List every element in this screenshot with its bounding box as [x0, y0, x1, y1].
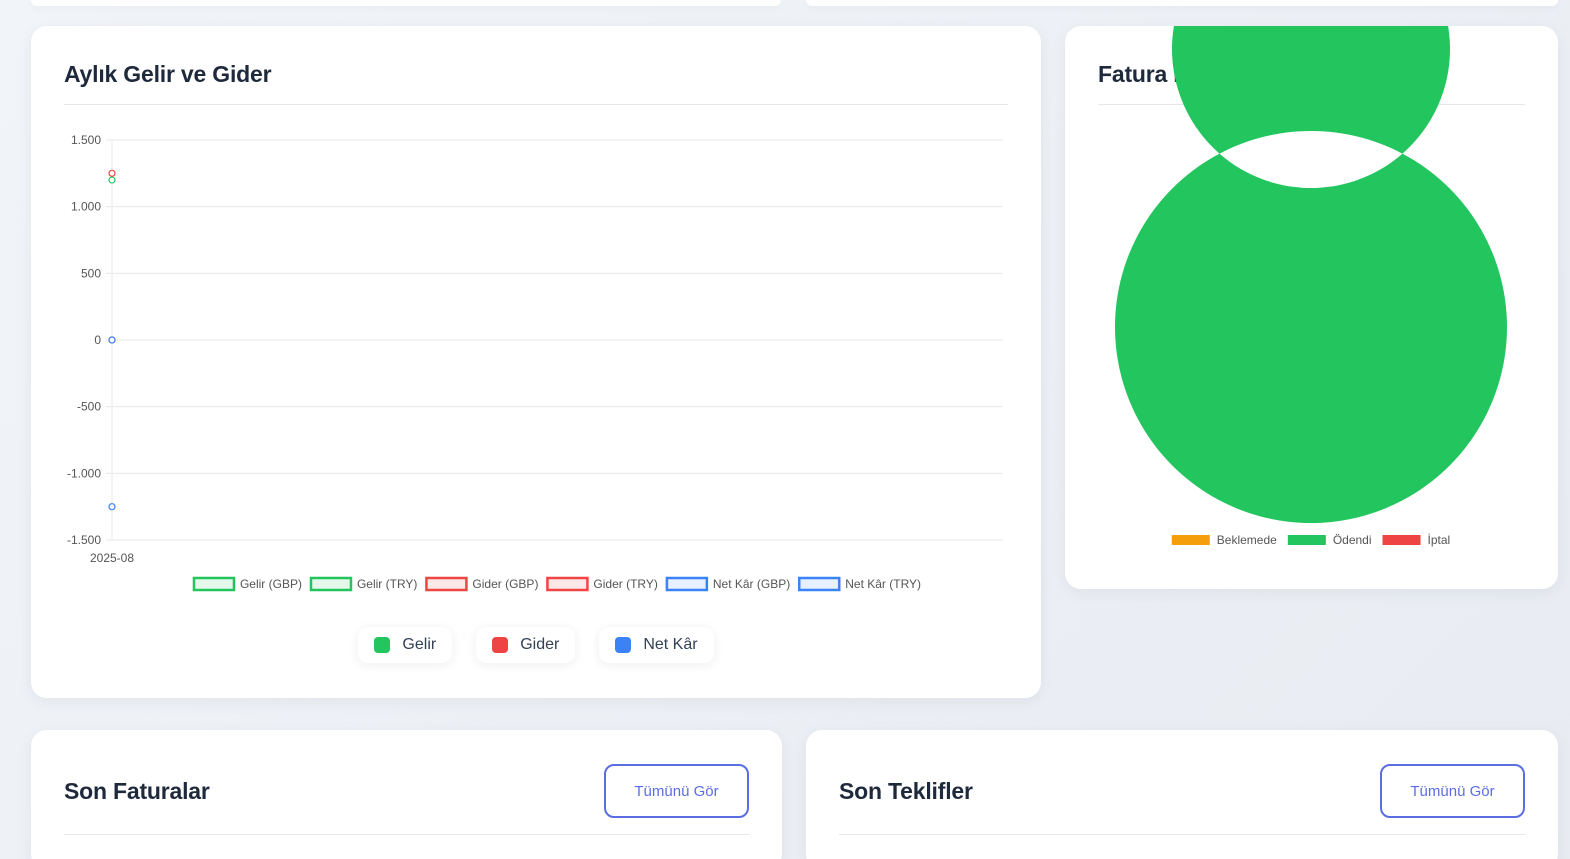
divider [64, 834, 749, 835]
series-color-swatch [615, 637, 632, 653]
previous-card-bottom-right [806, 0, 1558, 6]
y-tick-label: 0 [94, 333, 101, 347]
legend-swatch [425, 576, 468, 592]
y-tick-label: -1.000 [67, 466, 101, 480]
view-all-invoices-button[interactable]: Tümünü Gör [604, 764, 749, 818]
y-tick-label: 500 [81, 266, 101, 280]
legend-swatch [546, 576, 589, 592]
data-point [108, 336, 116, 344]
data-point [108, 176, 116, 184]
view-all-quotes-button[interactable]: Tümünü Gör [1380, 764, 1525, 818]
legend-label: İptal [1428, 533, 1451, 547]
data-point [108, 503, 116, 511]
series-toggle-pill[interactable]: Net Kâr [599, 627, 714, 663]
legend-swatch [1382, 535, 1421, 545]
series-toggle-pill[interactable]: Gelir [358, 627, 453, 663]
legend-label: Net Kâr (GBP) [713, 577, 790, 591]
recent-invoices-title: Son Faturalar [64, 778, 210, 804]
income-expense-line-chart: 1.500 1.000 500 0 -500 -1.000 -1.500 2025-08 Gel… [67, 133, 1003, 592]
series-color-swatch [374, 637, 391, 653]
y-tick-label: -500 [77, 400, 101, 414]
legend-label: Beklemede [1217, 533, 1277, 547]
data-point [108, 169, 116, 177]
series-toggle-label: Gider [520, 636, 560, 653]
invoice-status-donut-chart: Beklemede Ödendi İptal [1115, 26, 1507, 547]
legend-swatch [1171, 535, 1210, 545]
donut-slice [1115, 26, 1507, 523]
legend-label: Gider (GBP) [472, 577, 538, 591]
legend-swatch [309, 576, 353, 592]
legend-label: Gelir (GBP) [240, 577, 302, 591]
series-toggle-label: Net Kâr [643, 636, 698, 653]
legend-label: Ödendi [1333, 533, 1372, 547]
x-tick-label: 2025-08 [90, 551, 134, 565]
legend-swatch [1287, 535, 1326, 545]
y-tick-label: -1.500 [67, 533, 101, 547]
y-tick-label: 1.500 [71, 133, 101, 147]
series-toggle-label: Gelir [402, 636, 437, 653]
legend-label: Net Kâr (TRY) [845, 577, 921, 591]
legend-label: Gider (TRY) [593, 577, 657, 591]
legend-label: Gelir (TRY) [357, 577, 417, 591]
recent-invoices-card: Son Faturalar Tümünü Gör [31, 730, 782, 859]
recent-quotes-card: Son Teklifler Tümünü Gör [806, 730, 1558, 859]
invoice-status-card: Fatura Durumları BeklemedeÖdendiİptal [1065, 26, 1558, 589]
legend-swatch [797, 576, 841, 592]
series-color-swatch [492, 637, 509, 653]
income-expense-card: Aylık Gelir ve Gider 1.500 1.000 500 0 -500-… [31, 26, 1041, 698]
legend-swatch [192, 576, 236, 592]
recent-quotes-title: Son Teklifler [839, 778, 973, 804]
previous-card-bottom-left [31, 0, 781, 6]
series-toggle-group: Gelir Gider Net Kâr [31, 627, 1041, 663]
series-toggle-pill[interactable]: Gider [476, 627, 576, 663]
legend-swatch [665, 576, 709, 592]
y-tick-label: 1.000 [71, 200, 101, 214]
divider [839, 834, 1525, 835]
